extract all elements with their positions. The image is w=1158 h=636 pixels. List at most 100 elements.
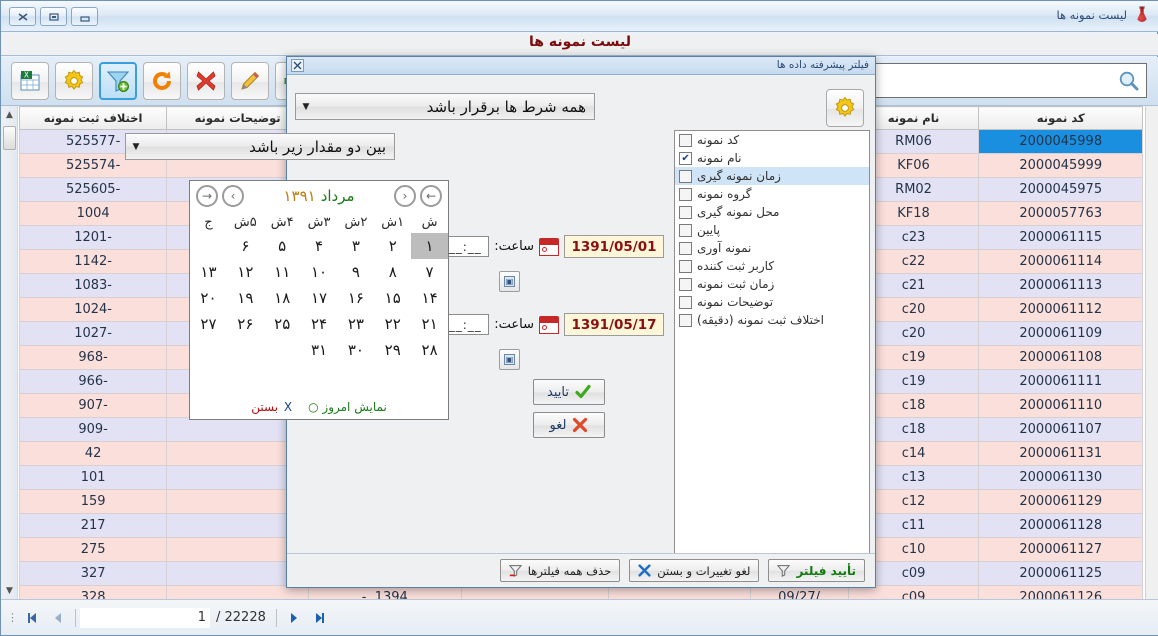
- calendar-day[interactable]: ۲: [374, 233, 411, 259]
- minimize-button[interactable]: [71, 7, 98, 26]
- cell-code[interactable]: 2000045998: [978, 129, 1143, 154]
- calendar-day[interactable]: ۳: [337, 233, 374, 259]
- cell-diff[interactable]: 217: [18, 513, 168, 538]
- filter-field-item[interactable]: کد نمونه: [675, 131, 869, 149]
- checkbox[interactable]: [679, 277, 692, 291]
- date-from-field[interactable]: 1391/05/01: [564, 235, 664, 258]
- filter-field-item[interactable]: پایین: [675, 221, 869, 239]
- match-mode-combo[interactable]: همه شرط ها برقرار باشد ▼: [295, 93, 595, 120]
- calendar-day[interactable]: ۷: [411, 259, 448, 285]
- grid-scrollbar-right[interactable]: [1145, 106, 1158, 599]
- filter-settings-button[interactable]: [826, 89, 864, 127]
- cell-diff[interactable]: -966: [18, 369, 168, 394]
- calendar-day[interactable]: ۲۲: [374, 311, 411, 337]
- cell-code[interactable]: 2000061125: [978, 561, 1143, 586]
- cell-code[interactable]: 2000057763: [978, 201, 1143, 226]
- filter-field-item[interactable]: گروه نمونه: [675, 185, 869, 203]
- calendar-prev-button[interactable]: ‹: [394, 185, 416, 207]
- calendar-day[interactable]: ۱۶: [337, 285, 374, 311]
- calendar-day[interactable]: ۱۷: [301, 285, 338, 311]
- date-to-field[interactable]: 1391/05/17: [564, 313, 664, 336]
- calendar-day[interactable]: ۳۰: [337, 337, 374, 363]
- calendar-day[interactable]: ۱۳: [190, 259, 227, 285]
- checkbox[interactable]: ✔: [679, 151, 692, 165]
- scroll-up-arrow[interactable]: ▲: [4, 109, 15, 120]
- cell-code[interactable]: 2000061110: [978, 393, 1143, 418]
- cell-code[interactable]: 2000061108: [978, 345, 1143, 370]
- checkbox[interactable]: [679, 241, 692, 255]
- calendar-day[interactable]: ۳۱: [301, 337, 338, 363]
- cell-code[interactable]: 2000061126: [978, 585, 1143, 599]
- grid-scrollbar-left[interactable]: ▲ ▼: [1, 106, 18, 599]
- checkbox[interactable]: [679, 133, 692, 147]
- calendar-day[interactable]: ۵: [264, 233, 301, 259]
- calendar-day[interactable]: ۲۳: [337, 311, 374, 337]
- calendar-close-link[interactable]: X بستن: [251, 400, 292, 414]
- current-page-input[interactable]: [80, 607, 210, 628]
- calendar-last-button[interactable]: →: [196, 185, 218, 207]
- checkbox[interactable]: [679, 169, 692, 183]
- dialog-close-button[interactable]: [291, 59, 304, 72]
- cell-diff[interactable]: -1027: [18, 321, 168, 346]
- confirm-button[interactable]: تایید: [533, 379, 605, 405]
- cell-diff[interactable]: 275: [18, 537, 168, 562]
- filter-button[interactable]: [99, 62, 137, 100]
- calendar-day[interactable]: ۲۱: [411, 311, 448, 337]
- calendar-today-link[interactable]: نمایش امروز ○: [308, 400, 387, 414]
- checkbox[interactable]: [679, 223, 692, 237]
- calendar-icon[interactable]: [539, 315, 559, 334]
- filter-field-item[interactable]: نمونه آوری: [675, 239, 869, 257]
- cell-code[interactable]: 2000061111: [978, 369, 1143, 394]
- apply-filter-button[interactable]: تأیید فیلتر: [768, 559, 865, 582]
- cell-diff[interactable]: -909: [18, 417, 168, 442]
- calendar-day[interactable]: ۱۵: [374, 285, 411, 311]
- filter-field-item[interactable]: کاربر ثبت کننده: [675, 257, 869, 275]
- calendar-day[interactable]: ۱۱: [264, 259, 301, 285]
- delete-button[interactable]: [187, 62, 225, 100]
- calendar-day[interactable]: ۲۸: [411, 337, 448, 363]
- column-header-difference[interactable]: اختلاف ثبت نمونه: [18, 106, 168, 130]
- calendar-day[interactable]: ۲۹: [374, 337, 411, 363]
- last-record-button[interactable]: [307, 607, 333, 629]
- cell-diff[interactable]: 42: [18, 441, 168, 466]
- cell-diff[interactable]: -1201: [18, 225, 168, 250]
- filter-field-item[interactable]: محل نمونه گیری: [675, 203, 869, 221]
- cell-code[interactable]: 2000061107: [978, 417, 1143, 442]
- cell-code[interactable]: 2000061129: [978, 489, 1143, 514]
- first-record-button[interactable]: [19, 607, 45, 629]
- cell-code[interactable]: 2000061109: [978, 321, 1143, 346]
- cell-code[interactable]: 2000061113: [978, 273, 1143, 298]
- search-input[interactable]: [869, 73, 1118, 88]
- search-box[interactable]: [862, 63, 1147, 98]
- condition-combo[interactable]: بین دو مقدار زیر باشد ▼: [125, 133, 395, 160]
- cell-diff[interactable]: 101: [18, 465, 168, 490]
- calendar-day[interactable]: ۶: [227, 233, 264, 259]
- cell-diff[interactable]: 159: [18, 489, 168, 514]
- calendar-day[interactable]: ۱۴: [411, 285, 448, 311]
- filter-field-item[interactable]: زمان ثبت نمونه: [675, 275, 869, 293]
- cancel-changes-button[interactable]: لغو تغییرات و بستن: [629, 559, 760, 582]
- cell-diff[interactable]: -525605: [18, 177, 168, 202]
- next-record-button[interactable]: [281, 607, 307, 629]
- checkbox[interactable]: [679, 187, 692, 201]
- cell-code[interactable]: 2000061131: [978, 441, 1143, 466]
- calendar-icon[interactable]: [539, 237, 559, 256]
- cell-diff[interactable]: -968: [18, 345, 168, 370]
- filter-field-list[interactable]: کد نمونه نام نمونه ✔ زمان نمونه گیری گروه نم…: [674, 130, 870, 580]
- cell-diff[interactable]: 328: [18, 585, 168, 599]
- calendar-day[interactable]: ۲۶: [227, 311, 264, 337]
- cell-diff[interactable]: -1083: [18, 273, 168, 298]
- scroll-thumb[interactable]: [3, 126, 16, 150]
- calendar-first-button[interactable]: ←: [420, 185, 442, 207]
- cell-code[interactable]: 2000061114: [978, 249, 1143, 274]
- calendar-day[interactable]: ۱۸: [264, 285, 301, 311]
- calendar-day[interactable]: ۲۷: [190, 311, 227, 337]
- cell-code[interactable]: 2000061130: [978, 465, 1143, 490]
- cell-diff[interactable]: -1024: [18, 297, 168, 322]
- date-from-picker-button[interactable]: ▣: [499, 271, 520, 292]
- date-to-picker-button[interactable]: ▣: [499, 349, 520, 370]
- maximize-button[interactable]: [40, 7, 67, 26]
- calendar-day[interactable]: ۲۵: [264, 311, 301, 337]
- calendar-day[interactable]: ۱۲: [227, 259, 264, 285]
- filter-field-item[interactable]: زمان نمونه گیری: [675, 167, 869, 185]
